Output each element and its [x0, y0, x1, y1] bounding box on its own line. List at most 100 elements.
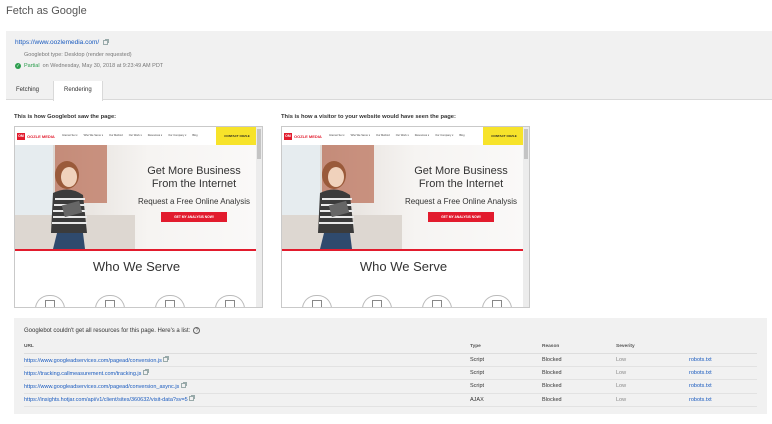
resource-type: AJAX — [470, 393, 542, 407]
divider — [282, 249, 525, 251]
column-url: URL — [24, 344, 470, 354]
site-navbar: OM OOZLE MEDIA Internet Ser ▾ Who We Ser… — [282, 127, 525, 145]
tab-bar: Fetching Rendering — [6, 81, 772, 101]
fetch-status: ✓ Partial on Wednesday, May 30, 2018 at … — [15, 63, 163, 69]
logo-text: OOZLE MEDIA — [294, 133, 322, 139]
googlebot-render-preview[interactable]: OM OOZLE MEDIA Internet Ser ▾ Who We Ser… — [14, 126, 263, 308]
hero-section: Get More Business From the Internet Requ… — [15, 145, 258, 249]
site-navbar: OM OOZLE MEDIA Internet Ser ▾ Who We Ser… — [15, 127, 258, 145]
table-header-row: URL Type Reason Severity — [24, 344, 757, 354]
column-severity: Severity — [616, 344, 689, 354]
hero-section: Get More Business From the Internet Requ… — [282, 145, 525, 249]
help-icon[interactable]: ? — [193, 327, 201, 334]
robots-txt-link[interactable]: robots.txt — [689, 366, 757, 381]
resources-heading-text: Googlebot couldn't get all resources for… — [24, 327, 191, 334]
site-nav-item: Our Method — [376, 134, 390, 137]
house-icon — [95, 295, 125, 307]
robots-txt-link[interactable]: robots.txt — [689, 393, 757, 407]
divider — [15, 249, 258, 251]
store-icon — [422, 295, 452, 307]
robots-txt-link[interactable]: robots.txt — [689, 353, 757, 368]
hero-headline: Get More Business From the Internet — [147, 165, 241, 190]
resource-reason: Blocked — [542, 393, 616, 407]
preview-scrollbar[interactable] — [256, 127, 262, 307]
tab-fetching[interactable]: Fetching — [6, 81, 49, 100]
table-row: https://tracking.callmeasurement.com/tra… — [24, 366, 757, 381]
table-row: https://www.googleadservices.com/pagead/… — [24, 379, 757, 394]
fetch-summary: https://www.oozlemedia.com/ Googlebot ty… — [6, 31, 772, 81]
external-link-icon[interactable] — [142, 368, 149, 375]
page-title: Fetch as Google — [6, 5, 87, 17]
section-title: Who We Serve — [359, 259, 448, 274]
building-icon — [302, 295, 332, 307]
tab-rendering[interactable]: Rendering — [53, 81, 103, 101]
hero-cta-button: GET MY ANALYSIS NOW! — [428, 212, 494, 222]
resource-severity: Low — [616, 379, 689, 394]
fetched-url-link[interactable]: https://www.oozlemedia.com/ — [15, 39, 110, 46]
site-nav-item: Blog — [192, 134, 198, 137]
googlebot-view-label: This is how Googlebot saw the page: — [14, 114, 117, 120]
hero-cta-button: GET MY ANALYSIS NOW! — [161, 212, 227, 222]
section-title: Who We Serve — [92, 259, 181, 274]
resources-heading: Googlebot couldn't get all resources for… — [24, 327, 201, 334]
resource-url[interactable]: https://www.googleadservices.com/pagead/… — [24, 353, 470, 368]
site-nav-item: Blog — [459, 134, 465, 137]
contact-button: CONTACT OOZLE — [216, 127, 258, 145]
site-logo: OM OOZLE MEDIA — [17, 132, 55, 140]
hero-person-image — [318, 161, 354, 249]
office-icon — [482, 295, 512, 307]
resource-type: Script — [470, 353, 542, 368]
site-nav-item: Our Company ▾ — [435, 134, 454, 137]
logo-mark: OM — [17, 132, 25, 140]
site-nav-item: Internet Ser ▾ — [329, 134, 345, 137]
visitor-render-preview[interactable]: OM OOZLE MEDIA Internet Ser ▾ Who We Ser… — [281, 126, 530, 308]
resource-severity: Low — [616, 353, 689, 368]
site-nav-items: Internet Ser ▾ Who We Serve ▾ Our Method… — [329, 134, 465, 137]
serve-icons — [302, 295, 512, 307]
logo-mark: OM — [284, 132, 292, 140]
visitor-view-label: This is how a visitor to your website wo… — [281, 114, 456, 120]
logo-text: OOZLE MEDIA — [27, 133, 55, 139]
blocked-resources-panel: Googlebot couldn't get all resources for… — [14, 318, 767, 414]
site-nav-item: Who We Serve ▾ — [83, 134, 103, 137]
external-link-icon[interactable] — [103, 39, 110, 45]
serve-icons — [35, 295, 245, 307]
resource-url[interactable]: https://tracking.callmeasurement.com/tra… — [24, 366, 470, 381]
site-nav-item: Our Company ▾ — [168, 134, 187, 137]
table-row: https://www.googleadservices.com/pagead/… — [24, 353, 757, 368]
site-nav-items: Internet Ser ▾ Who We Serve ▾ Our Method… — [62, 134, 198, 137]
site-nav-item: Internet Ser ▾ — [62, 134, 78, 137]
resource-type: Script — [470, 366, 542, 381]
hero-subhead: Request a Free Online Analysis — [404, 197, 518, 206]
column-type: Type — [470, 344, 542, 354]
check-circle-icon: ✓ — [15, 63, 21, 69]
building-icon — [35, 295, 65, 307]
site-nav-item: Our Work ▾ — [395, 134, 409, 137]
resource-severity: Low — [616, 366, 689, 381]
fetched-url[interactable]: https://www.oozlemedia.com/ — [15, 39, 99, 46]
external-link-icon[interactable] — [163, 355, 170, 362]
hero-headline: Get More Business From the Internet — [414, 165, 508, 190]
resources-table: URL Type Reason Severity https://www.goo… — [24, 344, 757, 407]
site-nav-item: Our Work ▾ — [128, 134, 142, 137]
robots-txt-link[interactable]: robots.txt — [689, 379, 757, 394]
site-nav-item: Resources ▾ — [147, 134, 163, 137]
external-link-icon[interactable] — [180, 381, 187, 388]
site-nav-item: Resources ▾ — [414, 134, 430, 137]
resource-reason: Blocked — [542, 379, 616, 394]
external-link-icon[interactable] — [189, 395, 196, 402]
column-action — [689, 344, 757, 354]
resource-url[interactable]: https://www.googleadservices.com/pagead/… — [24, 379, 470, 394]
site-nav-item: Who We Serve ▾ — [350, 134, 370, 137]
status-date: on Wednesday, May 30, 2018 at 9:23:49 AM… — [42, 63, 164, 69]
table-row: https://insights.hotjar.com/api/v1/clien… — [24, 393, 757, 407]
preview-scrollbar[interactable] — [523, 127, 529, 307]
googlebot-type: Googlebot type: Desktop (render requeste… — [24, 52, 132, 58]
hero-person-image — [51, 161, 87, 249]
resource-url[interactable]: https://insights.hotjar.com/api/v1/clien… — [24, 393, 470, 407]
hero-subhead: Request a Free Online Analysis — [137, 197, 251, 206]
status-label: Partial — [24, 63, 40, 69]
resource-type: Script — [470, 379, 542, 394]
resource-reason: Blocked — [542, 366, 616, 381]
resource-reason: Blocked — [542, 353, 616, 368]
